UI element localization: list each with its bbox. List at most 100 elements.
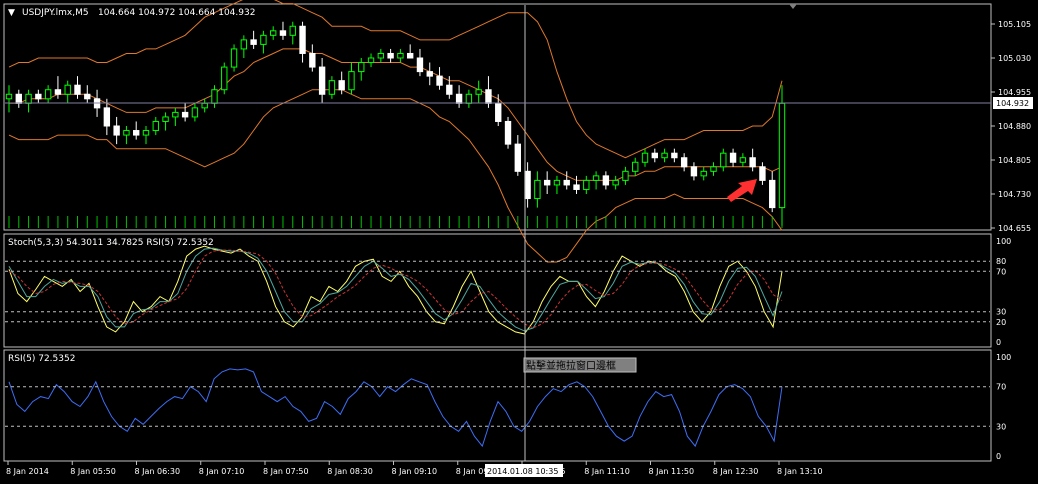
candle-body: [260, 34, 267, 45]
candle-body: [230, 48, 238, 68]
candle-body: [309, 52, 316, 68]
price-tick-label: 105.105: [998, 20, 1031, 29]
current-price-label: 104.932: [996, 99, 1029, 108]
ohlc-header: 104.664 104.972 104.664 104.932: [98, 8, 255, 18]
price-tick-label: 104.805: [998, 156, 1031, 165]
candle-body: [35, 93, 42, 100]
candle-body: [534, 179, 541, 200]
time-tick-label: 8 Jan 07:50: [263, 467, 309, 476]
trading-chart[interactable]: 105.105 105.030 104.955 104.880 104.805 104.7…: [0, 0, 1038, 484]
stoch-tick-label: 0: [996, 338, 1001, 347]
candle-body: [446, 84, 453, 95]
candle-body: [690, 166, 698, 177]
candle-body: [162, 116, 169, 122]
candle-body: [289, 25, 296, 36]
candle-body: [367, 57, 375, 64]
rsi-tick-label: 0: [996, 452, 1001, 461]
candle-body: [74, 84, 81, 95]
candle-body: [661, 152, 668, 159]
symbol-header: USDJPY.lmx,M5: [22, 8, 89, 18]
candle-body: [671, 152, 678, 159]
candle-body: [465, 93, 473, 104]
candle-body: [377, 52, 385, 59]
time-tick-label: 8 Jan 11:50: [649, 467, 695, 476]
candle-body: [5, 93, 13, 100]
rsi-tick-label: 70: [996, 383, 1006, 392]
candle-body: [641, 152, 649, 163]
candle-body: [201, 102, 208, 109]
stoch-tick-label: 80: [996, 257, 1006, 266]
time-tick-label: 8 Jan 12:30: [713, 467, 759, 476]
crosshair-time-label: 2014.01.08 10:35: [487, 467, 558, 476]
candle-body: [113, 125, 120, 136]
price-tick-label: 104.655: [998, 224, 1031, 233]
candle-body: [240, 39, 248, 50]
candle-body: [328, 80, 336, 95]
rsi-panel-label: RSI(5) 72.5352: [8, 354, 75, 364]
candle-body: [573, 184, 580, 190]
candle-body: [103, 107, 111, 127]
candle-body: [504, 120, 512, 145]
tooltip-text: 點擊並拖拉窗口邊框: [526, 359, 616, 372]
candle-body: [416, 57, 424, 73]
price-tick-label: 104.730: [998, 190, 1031, 199]
candle-body: [406, 52, 414, 59]
stoch-tick-label: 70: [996, 267, 1006, 276]
dropdown-triangle-icon[interactable]: ▼: [8, 8, 15, 18]
time-tick-label: 8 Jan 13:10: [777, 467, 823, 476]
candle-body: [680, 157, 688, 168]
candle-body: [514, 143, 522, 172]
candle-body: [123, 130, 130, 136]
stoch-tick-label: 20: [996, 318, 1006, 327]
candle-body: [318, 66, 326, 95]
candle-body: [729, 152, 737, 163]
candle-body: [133, 130, 140, 136]
candle-body: [44, 89, 52, 100]
candle-body: [211, 89, 218, 104]
candle-body: [485, 89, 492, 104]
candle-body: [358, 62, 365, 73]
rsi-tick-label: 100: [996, 353, 1011, 362]
candle-body: [250, 39, 257, 45]
price-tick-label: 104.880: [998, 122, 1031, 131]
candle-body: [142, 130, 150, 136]
candle-body: [475, 89, 482, 95]
candle-body: [397, 52, 404, 59]
candle-body: [543, 179, 551, 186]
candle-body: [769, 179, 776, 209]
time-tick-label: 8 Jan 11:10: [584, 467, 630, 476]
candle-body: [651, 152, 658, 159]
price-tick-label: 105.030: [998, 54, 1031, 63]
candle-body: [622, 170, 629, 181]
candle-body: [778, 102, 786, 209]
time-tick-label: 8 Jan 08:30: [327, 467, 373, 476]
candle-body: [759, 166, 766, 181]
candle-body: [592, 175, 600, 181]
candle-body: [563, 179, 570, 186]
candle-body: [54, 89, 62, 95]
candle-body: [299, 25, 306, 54]
time-tick-label: 8 Jan 06:30: [135, 467, 181, 476]
candle-body: [221, 66, 228, 91]
candle-body: [455, 93, 463, 104]
candle-body: [64, 84, 71, 95]
stoch-panel-label: Stoch(5,3,3) 54.3011 34.7825 RSI(5) 72.5…: [8, 238, 214, 248]
stoch-tick-label: 100: [996, 237, 1011, 246]
candle-body: [602, 175, 610, 186]
price-tick-label: 104.955: [998, 88, 1031, 97]
candle-body: [25, 93, 32, 104]
candle-body: [524, 170, 531, 200]
candle-body: [338, 80, 345, 91]
candle-body: [720, 152, 727, 168]
candle-body: [612, 179, 619, 186]
candle-body: [84, 93, 91, 100]
time-tick-label: 8 Jan 05:50: [70, 467, 116, 476]
time-tick-label: 8 Jan 2014: [6, 467, 49, 476]
candle-body: [553, 179, 561, 186]
candle-body: [191, 107, 199, 118]
candle-body: [15, 93, 22, 104]
candle-body: [387, 52, 394, 59]
candle-body: [583, 179, 590, 190]
candle-body: [495, 102, 502, 122]
candle-body: [700, 170, 707, 177]
